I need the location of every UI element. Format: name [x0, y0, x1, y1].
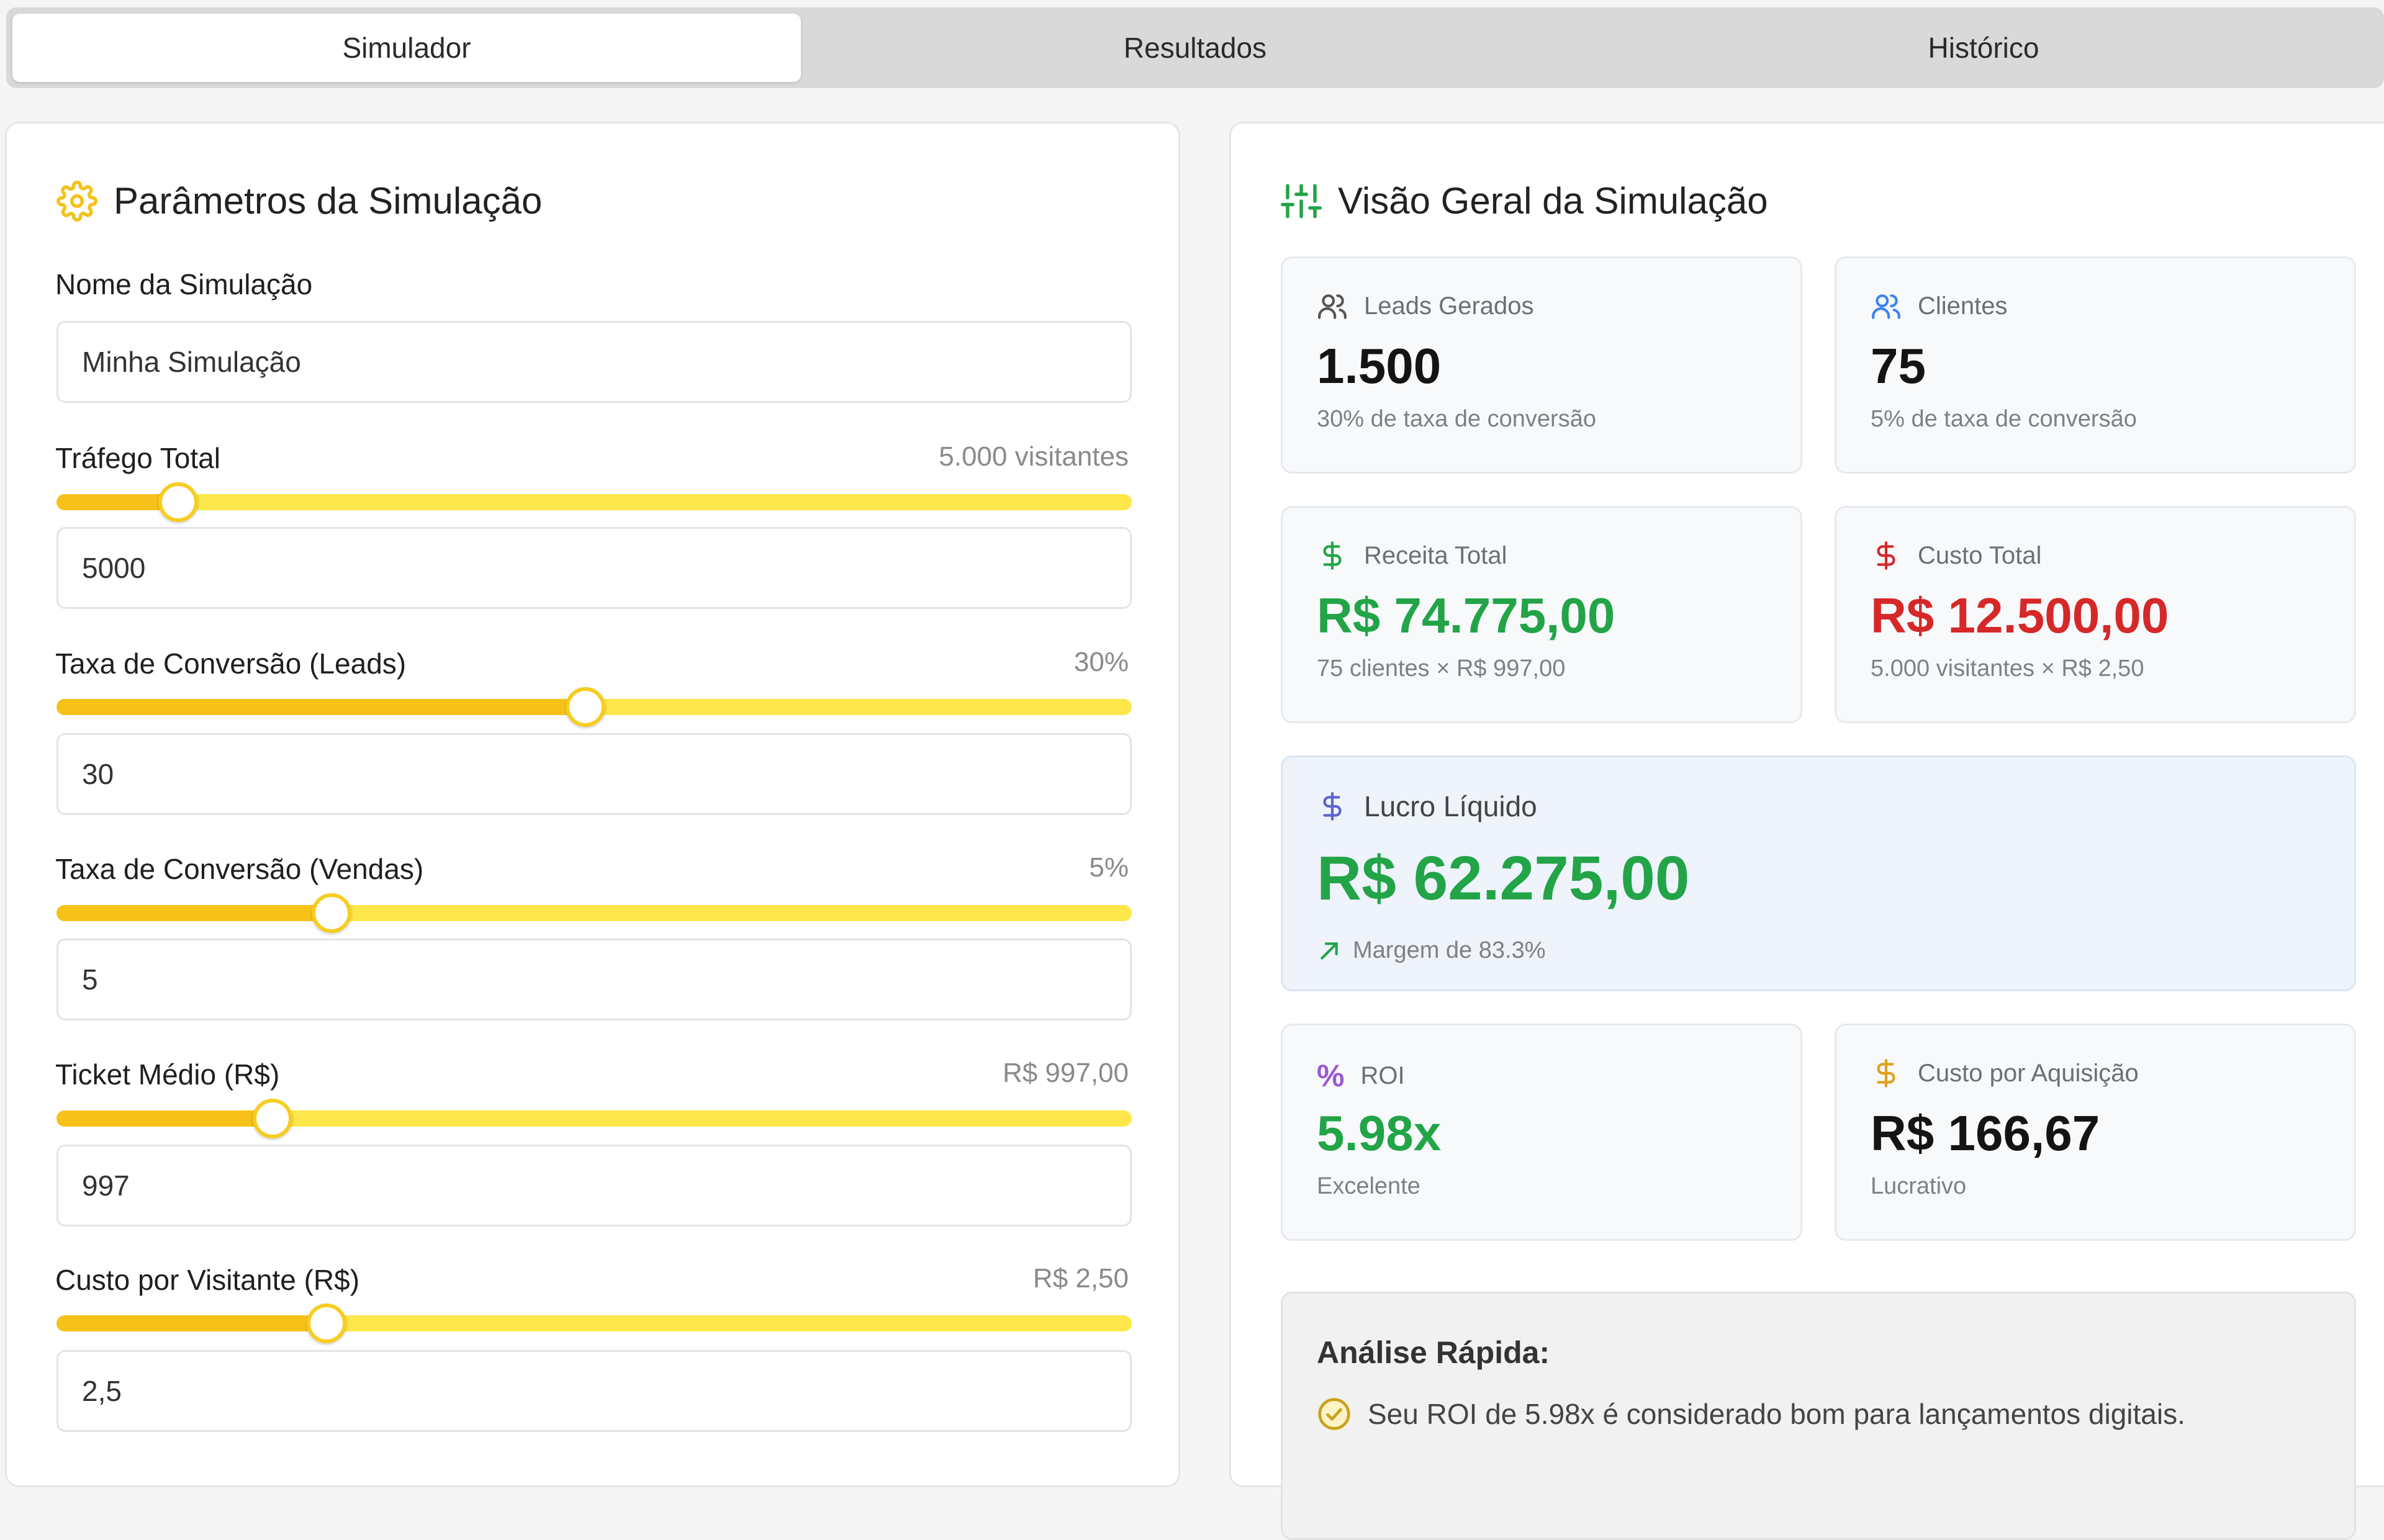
- lead-conversion-input[interactable]: [56, 733, 1132, 815]
- profit-margin: Margem de 83.3%: [1317, 937, 1546, 964]
- tab-resultados[interactable]: Resultados: [801, 14, 1589, 82]
- profit-label: Lucro Líquido: [1364, 790, 1537, 822]
- cost-per-visitor-slider[interactable]: [56, 1304, 1132, 1343]
- users-icon: [1872, 294, 1900, 319]
- percent-icon: %: [1317, 1058, 1345, 1093]
- clients-value: 75: [1871, 338, 1926, 394]
- dollar-icon: [1323, 792, 1342, 821]
- sales-conversion-value: 5%: [1089, 852, 1129, 883]
- users-icon: [1318, 294, 1347, 319]
- lead-conversion-slider-fill: [56, 699, 586, 715]
- dollar-icon: [1323, 541, 1342, 570]
- leads-card: Leads Gerados 1.500 30% de taxa de conve…: [1281, 256, 1802, 474]
- check-circle-icon: [1318, 1398, 1350, 1430]
- revenue-label: Receita Total: [1364, 541, 1507, 569]
- parameters-title: Parâmetros da Simulação: [56, 179, 542, 222]
- ticket-input[interactable]: [56, 1145, 1132, 1227]
- cost-per-visitor-slider-fill: [56, 1315, 327, 1331]
- sales-conversion-slider-fill: [56, 905, 332, 921]
- overview-title-text: Visão Geral da Simulação: [1338, 180, 1768, 222]
- traffic-slider-thumb[interactable]: [158, 482, 198, 522]
- sales-conversion-slider-thumb[interactable]: [312, 893, 352, 933]
- cost-per-visitor-label: Custo por Visitante (R$): [55, 1264, 360, 1296]
- profit-sub: Margem de 83.3%: [1353, 937, 1546, 963]
- parameters-title-text: Parâmetros da Simulação: [114, 180, 543, 222]
- clients-card: Clientes 75 5% de taxa de conversão: [1835, 256, 2356, 474]
- cpa-sub: Lucrativo: [1871, 1173, 1967, 1199]
- parameters-panel: Parâmetros da Simulação Nome da Simulaçã…: [5, 122, 1180, 1487]
- traffic-input[interactable]: [56, 527, 1132, 609]
- clients-sub: 5% de taxa de conversão: [1871, 406, 2137, 432]
- cost-card: Custo Total R$ 12.500,00 5.000 visitante…: [1835, 506, 2356, 723]
- quick-analysis-card: Análise Rápida: Seu ROI de 5.98x é consi…: [1281, 1292, 2356, 1540]
- leads-value: 1.500: [1317, 338, 1442, 394]
- lead-conversion-slider[interactable]: [56, 687, 1132, 727]
- quick-analysis-item: Seu ROI de 5.98x é considerado bom para …: [1317, 1397, 2185, 1431]
- trending-up-icon: [1321, 942, 1338, 960]
- cost-per-visitor-value: R$ 2,50: [1032, 1263, 1129, 1294]
- sliders-icon: [1281, 184, 1322, 218]
- clients-label: Clientes: [1918, 292, 2008, 320]
- cost-sub: 5.000 visitantes × R$ 2,50: [1871, 655, 2144, 682]
- lead-conversion-label: Taxa de Conversão (Leads): [55, 647, 407, 680]
- sales-conversion-input[interactable]: [56, 939, 1132, 1020]
- sales-conversion-slider[interactable]: [56, 893, 1132, 933]
- lead-conversion-value: 30%: [1073, 647, 1129, 677]
- traffic-value: 5.000 visitantes: [939, 441, 1129, 472]
- ticket-slider[interactable]: [56, 1099, 1132, 1138]
- overview-title: Visão Geral da Simulação: [1281, 179, 1768, 222]
- dollar-icon: [1877, 541, 1895, 570]
- revenue-sub: 75 clientes × R$ 997,00: [1317, 655, 1566, 682]
- quick-analysis-title: Análise Rápida:: [1317, 1335, 1550, 1370]
- simulation-name-input[interactable]: [56, 321, 1132, 403]
- roi-card: % ROI 5.98x Excelente: [1281, 1024, 1802, 1241]
- traffic-slider[interactable]: [56, 482, 1132, 522]
- profit-card: Lucro Líquido R$ 62.275,00 Margem de 83.…: [1281, 755, 2356, 991]
- cost-label: Custo Total: [1918, 541, 2042, 569]
- ticket-value: R$ 997,00: [1002, 1058, 1129, 1088]
- ticket-slider-fill: [56, 1110, 273, 1127]
- tab-simulador[interactable]: Simulador: [12, 14, 801, 82]
- quick-analysis-text: Seu ROI de 5.98x é considerado bom para …: [1368, 1398, 2185, 1430]
- roi-sub: Excelente: [1317, 1173, 1420, 1199]
- simulation-name-label: Nome da Simulação: [55, 268, 313, 300]
- dollar-icon: [1877, 1059, 1895, 1087]
- revenue-value: R$ 74.775,00: [1317, 588, 1615, 643]
- tab-historico[interactable]: Histórico: [1589, 14, 2378, 82]
- gear-icon: [56, 180, 97, 222]
- overview-panel: Visão Geral da Simulação Leads Gerados 1…: [1229, 122, 2384, 1540]
- profit-value: R$ 62.275,00: [1317, 844, 1690, 913]
- leads-label: Leads Gerados: [1364, 292, 1534, 320]
- tab-bar: Simulador Resultados Histórico: [6, 7, 2384, 88]
- sales-conversion-label: Taxa de Conversão (Vendas): [55, 853, 424, 885]
- cpa-card: Custo por Aquisição R$ 166,67 Lucrativo: [1835, 1024, 2356, 1241]
- cpa-value: R$ 166,67: [1871, 1105, 2100, 1161]
- leads-sub: 30% de taxa de conversão: [1317, 406, 1596, 432]
- roi-value: 5.98x: [1317, 1105, 1442, 1161]
- revenue-card: Receita Total R$ 74.775,00 75 clientes ×…: [1281, 506, 1802, 723]
- traffic-label: Tráfego Total: [55, 442, 220, 474]
- lead-conversion-slider-thumb[interactable]: [566, 687, 606, 727]
- roi-label: ROI: [1360, 1061, 1405, 1089]
- ticket-slider-thumb[interactable]: [253, 1099, 293, 1138]
- cpa-label: Custo por Aquisição: [1918, 1059, 2139, 1087]
- ticket-label: Ticket Médio (R$): [55, 1058, 280, 1091]
- cost-value: R$ 12.500,00: [1871, 588, 2169, 643]
- cost-per-visitor-slider-thumb[interactable]: [306, 1304, 346, 1343]
- cost-per-visitor-input[interactable]: [56, 1350, 1132, 1432]
